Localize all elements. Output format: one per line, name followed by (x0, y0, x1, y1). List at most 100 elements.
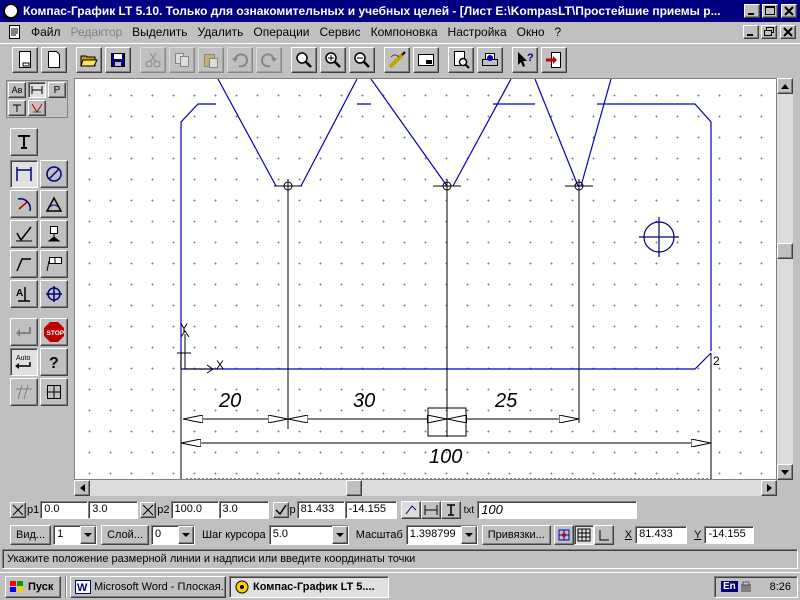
menu-service[interactable]: Сервис (315, 25, 366, 39)
view-button[interactable]: Вид... (10, 525, 52, 545)
doc-restore-button[interactable] (761, 25, 777, 39)
grid-icon[interactable] (573, 525, 594, 545)
menu-delete[interactable]: Удалить (193, 25, 249, 39)
p-x-field[interactable]: 81.433 (296, 501, 345, 519)
p2-toggle-icon[interactable] (140, 502, 157, 518)
snap-grid-icon[interactable] (553, 525, 574, 545)
language-indicator[interactable]: En (721, 581, 738, 592)
task-word[interactable]: W Microsoft Word - Плоская... (70, 575, 226, 598)
zoom-in-icon[interactable] (320, 47, 346, 73)
zoom-out-icon[interactable] (349, 47, 375, 73)
tab-dimensions[interactable] (28, 82, 46, 98)
text-position-icon[interactable] (400, 501, 421, 519)
snaps-button[interactable]: Привязки... (481, 525, 551, 545)
new-sheet-icon[interactable] (12, 47, 38, 73)
copy-icon[interactable] (169, 47, 195, 73)
tab-text[interactable]: Ав (8, 82, 26, 98)
chevron-down-icon[interactable] (178, 526, 194, 544)
p1-x-field[interactable]: 0.0 (40, 501, 89, 519)
tolerance-frame-icon[interactable] (40, 250, 68, 278)
stop-icon[interactable]: STOP (40, 318, 68, 346)
auto-create-icon[interactable]: Auto (10, 348, 38, 376)
p-toggle-icon[interactable] (272, 502, 289, 518)
text-edit-icon[interactable] (440, 501, 461, 519)
undo-icon[interactable] (227, 47, 253, 73)
open-icon[interactable] (76, 47, 102, 73)
maximize-button[interactable] (762, 4, 778, 18)
scale-select[interactable]: 1.398799 (405, 525, 478, 545)
help-icon[interactable]: ? (40, 348, 68, 376)
menu-select[interactable]: Выделить (127, 25, 192, 39)
start-button[interactable]: Пуск (5, 575, 61, 598)
new-fragment-icon[interactable] (41, 47, 67, 73)
scroll-down-icon[interactable] (777, 464, 793, 480)
pan-icon[interactable] (384, 47, 410, 73)
help-cursor-icon[interactable]: ? (512, 47, 538, 73)
menu-help[interactable]: ? (550, 25, 567, 39)
tab-measure[interactable] (8, 100, 26, 116)
close-button[interactable] (781, 4, 797, 18)
dimension-type-icon[interactable] (420, 501, 441, 519)
menu-editor[interactable]: Редактор (66, 25, 128, 39)
menu-operations[interactable]: Операции (248, 25, 314, 39)
clock[interactable]: 8:26 (770, 581, 791, 593)
drawing-area[interactable]: 20 30 25 100 Y X 2 (75, 79, 777, 480)
paste-icon[interactable] (198, 47, 224, 73)
title-bar[interactable]: Компас-График LT 5.10. Только для ознако… (0, 0, 800, 22)
drawing-canvas[interactable]: 20 30 25 100 Y X 2 (74, 78, 777, 480)
x-coord-field[interactable]: 81.433 (635, 526, 688, 544)
y-coord-field[interactable]: -14.155 (704, 526, 755, 544)
leader-line-icon[interactable] (10, 250, 38, 278)
menu-layout[interactable]: Компоновка (366, 25, 443, 39)
document-icon[interactable] (8, 25, 22, 39)
task-kompas[interactable]: Компас-График LT 5.... (229, 575, 389, 598)
scroll-left-icon[interactable] (74, 480, 90, 496)
p1-y-field[interactable]: 3.0 (88, 501, 139, 519)
doc-close-button[interactable] (780, 25, 796, 39)
ortho-icon[interactable] (593, 525, 614, 545)
designation-icon[interactable]: A (10, 280, 38, 308)
layer-button[interactable]: Слой... (101, 525, 149, 545)
chevron-down-icon[interactable] (80, 526, 97, 544)
save-icon[interactable] (105, 47, 131, 73)
view-select[interactable]: 1 (53, 525, 98, 545)
angular-dimension-icon[interactable] (40, 190, 68, 218)
roughness-icon[interactable] (10, 220, 38, 248)
scroll-right-icon[interactable] (761, 480, 777, 496)
text-tool-icon[interactable] (10, 128, 38, 156)
layer-select[interactable]: 0 (151, 525, 195, 545)
fit-icon[interactable] (413, 47, 439, 73)
p2-y-field[interactable]: 3.0 (218, 501, 269, 519)
vertical-scrollbar[interactable] (777, 78, 793, 480)
crosshair-mark-icon[interactable] (40, 280, 68, 308)
menu-window[interactable]: Окно (512, 25, 550, 39)
chevron-down-icon[interactable] (460, 526, 477, 544)
menu-settings[interactable]: Настройка (443, 25, 512, 39)
chevron-down-icon[interactable] (331, 526, 348, 544)
p1-toggle-icon[interactable] (10, 502, 26, 518)
exit-icon[interactable] (541, 47, 567, 73)
tray-icon[interactable] (740, 581, 752, 593)
p2-x-field[interactable]: 100.0 (170, 501, 219, 519)
enter-object-icon[interactable] (10, 318, 38, 346)
tab-edit[interactable]: Р (48, 82, 66, 98)
linear-dimension-icon[interactable] (10, 160, 38, 188)
redo-icon[interactable] (256, 47, 282, 73)
grid-align-icon[interactable] (40, 378, 68, 406)
minimize-button[interactable] (744, 4, 760, 18)
menu-file[interactable]: Файл (26, 25, 66, 39)
radial-dimension-icon[interactable] (10, 190, 38, 218)
horizontal-scrollbar[interactable] (74, 480, 777, 496)
diameter-dimension-icon[interactable] (40, 160, 68, 188)
vertical-scroll-thumb[interactable] (777, 243, 793, 259)
app-icon[interactable] (3, 3, 19, 19)
zoom-window-icon[interactable] (291, 47, 317, 73)
scroll-up-icon[interactable] (777, 78, 793, 94)
cursor-step-select[interactable]: 5.0 (268, 525, 349, 545)
cut-icon[interactable] (140, 47, 166, 73)
base-mark-icon[interactable] (40, 220, 68, 248)
horizontal-scroll-thumb[interactable] (346, 480, 362, 496)
tab-selection[interactable] (28, 100, 46, 116)
p-y-field[interactable]: -14.155 (344, 501, 397, 519)
dimension-text-field[interactable]: 100 (477, 501, 638, 519)
